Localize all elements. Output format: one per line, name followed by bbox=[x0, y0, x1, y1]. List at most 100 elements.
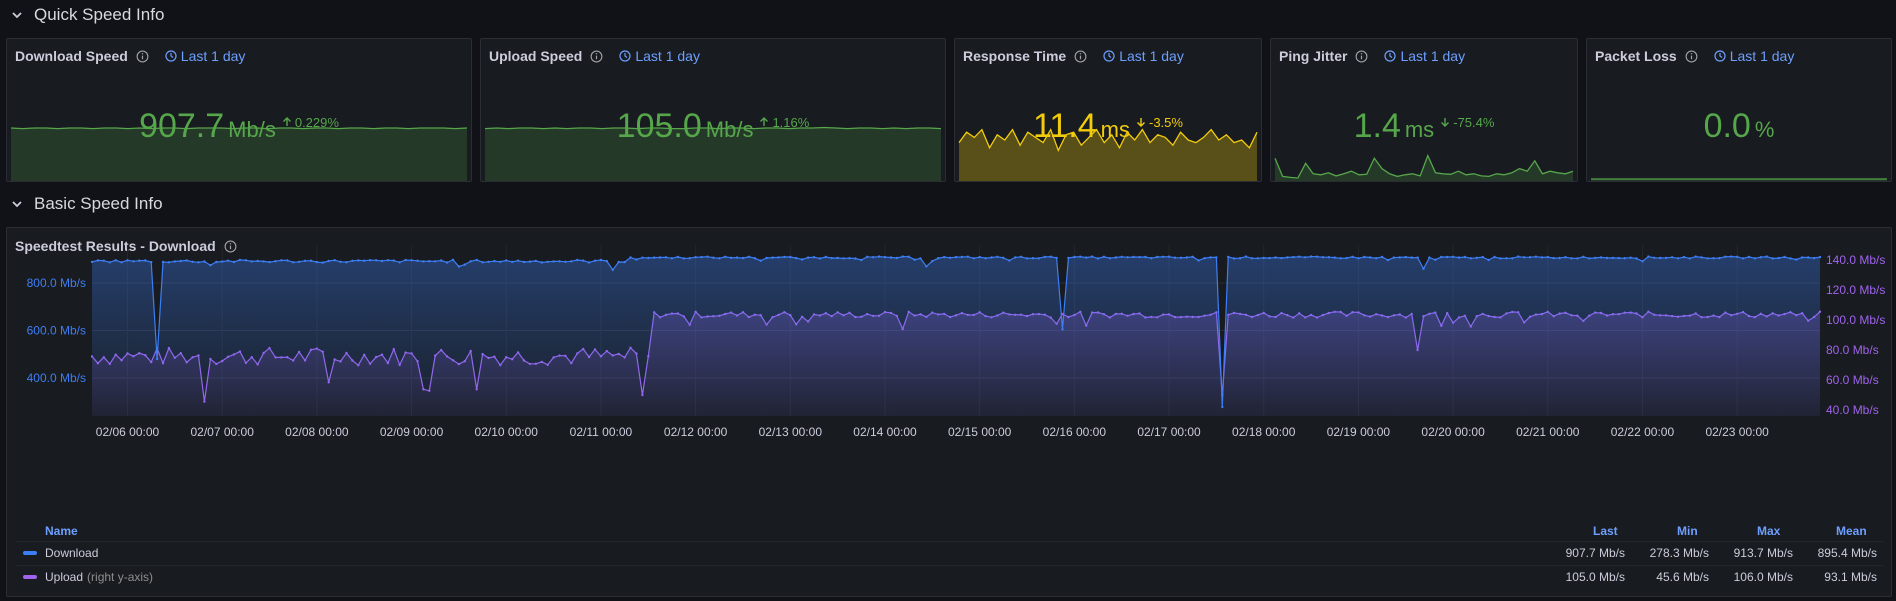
data-point bbox=[451, 258, 455, 261]
data-point bbox=[108, 261, 112, 264]
data-point bbox=[795, 256, 798, 260]
data-point bbox=[552, 260, 555, 263]
data-point bbox=[1019, 255, 1023, 258]
stat-value: 0.0 bbox=[1703, 107, 1751, 145]
legend-row-download[interactable]: Download 907.7 Mb/s 278.3 Mb/s 913.7 Mb/… bbox=[15, 541, 1883, 564]
data-point bbox=[339, 260, 342, 263]
data-point bbox=[540, 261, 543, 264]
data-point bbox=[1002, 256, 1005, 259]
data-point bbox=[1096, 257, 1100, 260]
data-point bbox=[1617, 256, 1621, 260]
stat-panel-packet-loss[interactable]: Packet Loss Last 1 day 0.0% bbox=[1586, 38, 1892, 182]
data-point bbox=[1641, 260, 1644, 263]
row-quick-speed-info[interactable]: Quick Speed Info bbox=[0, 0, 164, 30]
data-point bbox=[990, 256, 993, 259]
info-icon[interactable] bbox=[1074, 50, 1087, 63]
data-point bbox=[1232, 257, 1236, 260]
data-point bbox=[984, 257, 987, 260]
panel-title: Packet Loss bbox=[1595, 48, 1677, 64]
panel-title: Response Time bbox=[963, 48, 1067, 64]
data-point bbox=[1102, 255, 1106, 258]
data-point bbox=[647, 256, 650, 260]
x-tick-label: 02/21 00:00 bbox=[1516, 425, 1580, 439]
data-point bbox=[534, 259, 537, 263]
y-right-tick-label: 120.0 Mb/s bbox=[1826, 283, 1885, 297]
stat-delta: -75.4% bbox=[1440, 115, 1494, 130]
stat-panel-download[interactable]: Download Speed Last 1 day 907.7 Mb/s 0.229… bbox=[6, 38, 472, 182]
info-icon[interactable] bbox=[136, 50, 149, 63]
stat-panel-response-time[interactable]: Response Time Last 1 day 11.4 ms -3.5% bbox=[954, 38, 1262, 182]
stat-panel-upload[interactable]: Upload Speed Last 1 day 105.0 Mb/s 1.16% bbox=[480, 38, 946, 182]
data-point bbox=[345, 261, 348, 264]
timeseries-panel-download[interactable]: Speedtest Results - Download 400.0 Mb/s 6… bbox=[6, 227, 1892, 597]
data-point bbox=[1244, 255, 1248, 258]
chevron-down-icon[interactable] bbox=[10, 197, 24, 211]
info-icon[interactable] bbox=[1355, 50, 1368, 63]
data-point bbox=[1345, 256, 1348, 260]
legend-header-last[interactable]: Last bbox=[1593, 524, 1618, 538]
data-point bbox=[528, 260, 532, 263]
data-point bbox=[907, 255, 910, 258]
stat-value: 1.4 bbox=[1353, 107, 1401, 145]
data-point bbox=[1132, 255, 1135, 259]
data-point bbox=[1428, 256, 1431, 259]
data-point bbox=[931, 259, 934, 263]
data-point bbox=[824, 255, 827, 259]
legend-header-min[interactable]: Min bbox=[1677, 524, 1698, 538]
time-range-link[interactable]: Last 1 day bbox=[165, 48, 245, 64]
data-point bbox=[1416, 256, 1419, 259]
data-point bbox=[1067, 256, 1070, 260]
time-range-label: Last 1 day bbox=[635, 48, 700, 64]
chevron-down-icon[interactable] bbox=[10, 8, 24, 22]
data-point bbox=[1215, 256, 1218, 259]
data-point bbox=[706, 255, 709, 258]
info-icon[interactable] bbox=[1685, 50, 1698, 63]
time-range-link[interactable]: Last 1 day bbox=[1103, 48, 1184, 64]
time-range-link[interactable]: Last 1 day bbox=[619, 48, 700, 64]
stat-unit: Mb/s bbox=[228, 117, 276, 142]
time-range-label: Last 1 day bbox=[1400, 48, 1466, 64]
data-point bbox=[830, 256, 833, 260]
stat-delta: 0.229% bbox=[282, 115, 339, 130]
info-icon[interactable] bbox=[590, 50, 603, 63]
legend-header-mean[interactable]: Mean bbox=[1836, 524, 1867, 538]
data-point bbox=[872, 256, 875, 259]
timeseries-chart[interactable]: 400.0 Mb/s 600.0 Mb/s 800.0 Mb/s 40.0 Mb/s 6… bbox=[7, 228, 1891, 518]
data-point bbox=[1747, 255, 1751, 259]
data-point bbox=[250, 260, 253, 263]
data-point bbox=[866, 255, 869, 258]
data-point bbox=[1031, 257, 1035, 260]
data-point bbox=[854, 257, 857, 260]
data-point bbox=[1789, 257, 1792, 260]
data-point bbox=[1321, 256, 1325, 259]
data-point bbox=[966, 255, 969, 258]
legend-header-name[interactable]: Name bbox=[45, 524, 78, 538]
data-point bbox=[1274, 256, 1277, 259]
row-basic-speed-info[interactable]: Basic Speed Info bbox=[0, 189, 163, 219]
data-point bbox=[1085, 256, 1088, 259]
data-point bbox=[1404, 255, 1408, 259]
data-point bbox=[765, 256, 768, 260]
data-point bbox=[1375, 257, 1378, 260]
data-point bbox=[221, 260, 224, 263]
data-point bbox=[1688, 257, 1692, 260]
time-range-link[interactable]: Last 1 day bbox=[1384, 48, 1465, 64]
data-point bbox=[783, 255, 786, 259]
stat-unit: Mb/s bbox=[705, 117, 754, 142]
data-point bbox=[1197, 259, 1200, 262]
data-point bbox=[132, 260, 135, 263]
data-point bbox=[913, 258, 916, 261]
data-point bbox=[901, 255, 904, 258]
data-point bbox=[1611, 256, 1615, 260]
legend-header-max[interactable]: Max bbox=[1757, 524, 1780, 538]
data-point bbox=[925, 265, 928, 268]
data-point bbox=[806, 256, 810, 259]
data-point bbox=[280, 259, 283, 262]
data-point bbox=[1570, 257, 1573, 260]
legend-swatch bbox=[23, 551, 37, 555]
stat-panel-ping-jitter[interactable]: Ping Jitter Last 1 day 1.4 ms -75.4% bbox=[1270, 38, 1578, 182]
time-range-link[interactable]: Last 1 day bbox=[1714, 48, 1794, 64]
legend-row-upload[interactable]: Upload (right y-axis) 105.0 Mb/s 45.6 Mb… bbox=[15, 565, 1883, 588]
data-point bbox=[1712, 257, 1715, 260]
clock-icon bbox=[1103, 50, 1115, 62]
